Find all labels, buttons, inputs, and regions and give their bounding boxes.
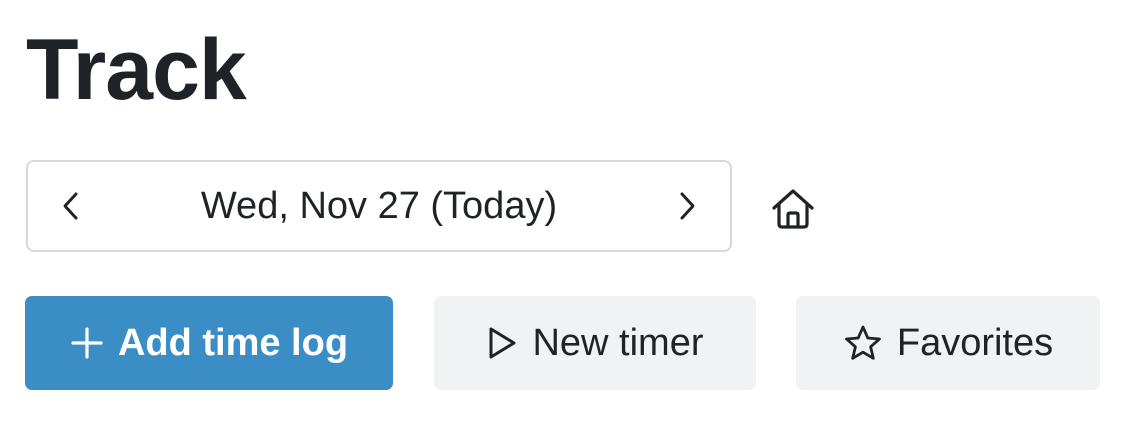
page-title: Track [26, 22, 247, 118]
new-timer-label: New timer [532, 321, 704, 364]
previous-day-button[interactable] [28, 162, 114, 250]
star-icon [843, 324, 883, 362]
add-time-log-button[interactable]: Add time log [25, 296, 393, 390]
chevron-left-icon [63, 192, 78, 220]
play-icon [486, 325, 518, 361]
chevron-right-icon [680, 192, 695, 220]
date-navigator: Wed, Nov 27 (Today) [26, 160, 732, 252]
next-day-button[interactable] [644, 162, 730, 250]
add-time-log-label: Add time log [117, 321, 349, 364]
favorites-button[interactable]: Favorites [796, 296, 1100, 390]
today-home-button[interactable] [766, 182, 820, 236]
favorites-label: Favorites [896, 321, 1054, 364]
home-icon [772, 189, 814, 229]
new-timer-button[interactable]: New timer [434, 296, 756, 390]
plus-icon [70, 326, 104, 360]
current-date-label[interactable]: Wed, Nov 27 (Today) [114, 185, 644, 228]
